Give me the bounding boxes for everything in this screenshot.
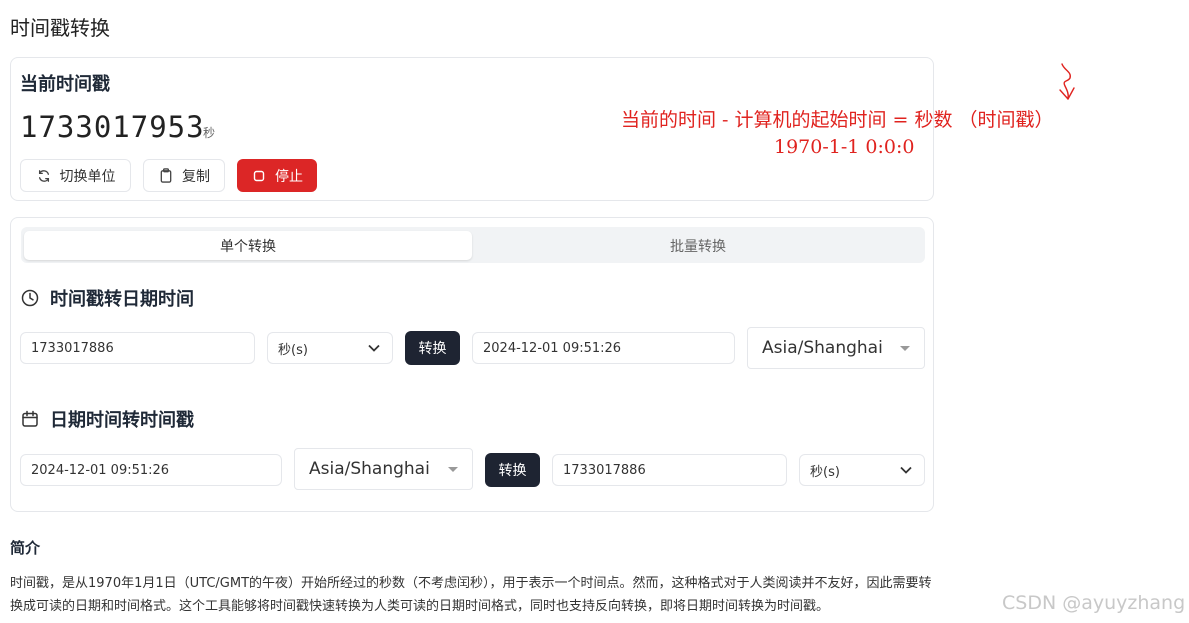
date-result-field[interactable]: 2024-12-01 09:51:26	[472, 332, 735, 364]
timezone-select[interactable]: Asia/Shanghai	[747, 327, 925, 369]
hand-drawn-arrow-icon	[1059, 63, 1075, 100]
intro-text: 时间戳，是从1970年1月1日（UTC/GMT的午夜）开始所经过的秒数（不考虑闰…	[10, 576, 932, 614]
refresh-icon	[36, 168, 52, 184]
stop-button[interactable]: 停止	[237, 159, 317, 192]
intro-title: 简介	[10, 539, 41, 557]
convert-to-timestamp-button[interactable]: 转换	[485, 453, 540, 487]
unit-select-2[interactable]: 秒(s)	[799, 454, 925, 486]
stop-icon	[251, 168, 267, 184]
current-timestamp-value: 1733017953	[20, 110, 205, 144]
convert-to-date-button[interactable]: 转换	[405, 331, 460, 365]
timezone-select-2[interactable]: Asia/Shanghai	[294, 448, 473, 490]
date-to-ts-heading: 日期时间转时间戳	[20, 406, 194, 432]
chevron-down-icon	[366, 340, 382, 356]
ts-to-date-heading: 时间戳转日期时间	[20, 285, 194, 311]
caret-down-icon	[448, 466, 458, 472]
unit-select-2-value: 秒(s)	[810, 464, 840, 480]
copy-button[interactable]: 复制	[143, 159, 225, 192]
annotation-epoch: 1970-1-1 0:0:0	[774, 136, 915, 158]
clock-icon	[20, 288, 40, 308]
calendar-icon	[20, 409, 40, 429]
unit-select-value: 秒(s)	[278, 342, 308, 358]
switch-unit-button[interactable]: 切换单位	[20, 159, 131, 192]
timestamp-input[interactable]: 1733017886	[20, 332, 255, 364]
timezone-select-value: Asia/Shanghai	[762, 338, 883, 358]
caret-down-icon	[900, 345, 910, 351]
clipboard-icon	[158, 168, 174, 184]
ts-to-date-title: 时间戳转日期时间	[50, 289, 194, 310]
date-to-ts-title: 日期时间转时间戳	[50, 410, 194, 431]
timestamp-result-field[interactable]: 1733017886	[552, 454, 787, 486]
conversion-tabs: 单个转换 批量转换	[21, 227, 925, 263]
current-timestamp-title: 当前时间戳	[20, 74, 110, 95]
timezone-select-2-value: Asia/Shanghai	[309, 459, 430, 479]
tab-batch[interactable]: 批量转换	[474, 231, 922, 260]
chevron-down-icon	[898, 462, 914, 478]
conversion-card: 单个转换 批量转换 时间戳转日期时间 1733017886 秒(s) 转换 20…	[10, 217, 934, 512]
stop-label: 停止	[275, 168, 303, 185]
page-title: 时间戳转换	[10, 16, 110, 40]
current-timestamp-unit: 秒	[203, 126, 216, 140]
unit-select[interactable]: 秒(s)	[267, 332, 393, 364]
watermark: CSDN @ayuyzhang	[1002, 592, 1186, 614]
date-input[interactable]: 2024-12-01 09:51:26	[20, 454, 282, 486]
annotation-formula: 当前的时间 - 计算机的起始时间 = 秒数 （时间戳）	[621, 109, 1054, 131]
copy-label: 复制	[182, 168, 210, 185]
switch-unit-label: 切换单位	[59, 168, 116, 185]
tab-single[interactable]: 单个转换	[24, 231, 472, 260]
